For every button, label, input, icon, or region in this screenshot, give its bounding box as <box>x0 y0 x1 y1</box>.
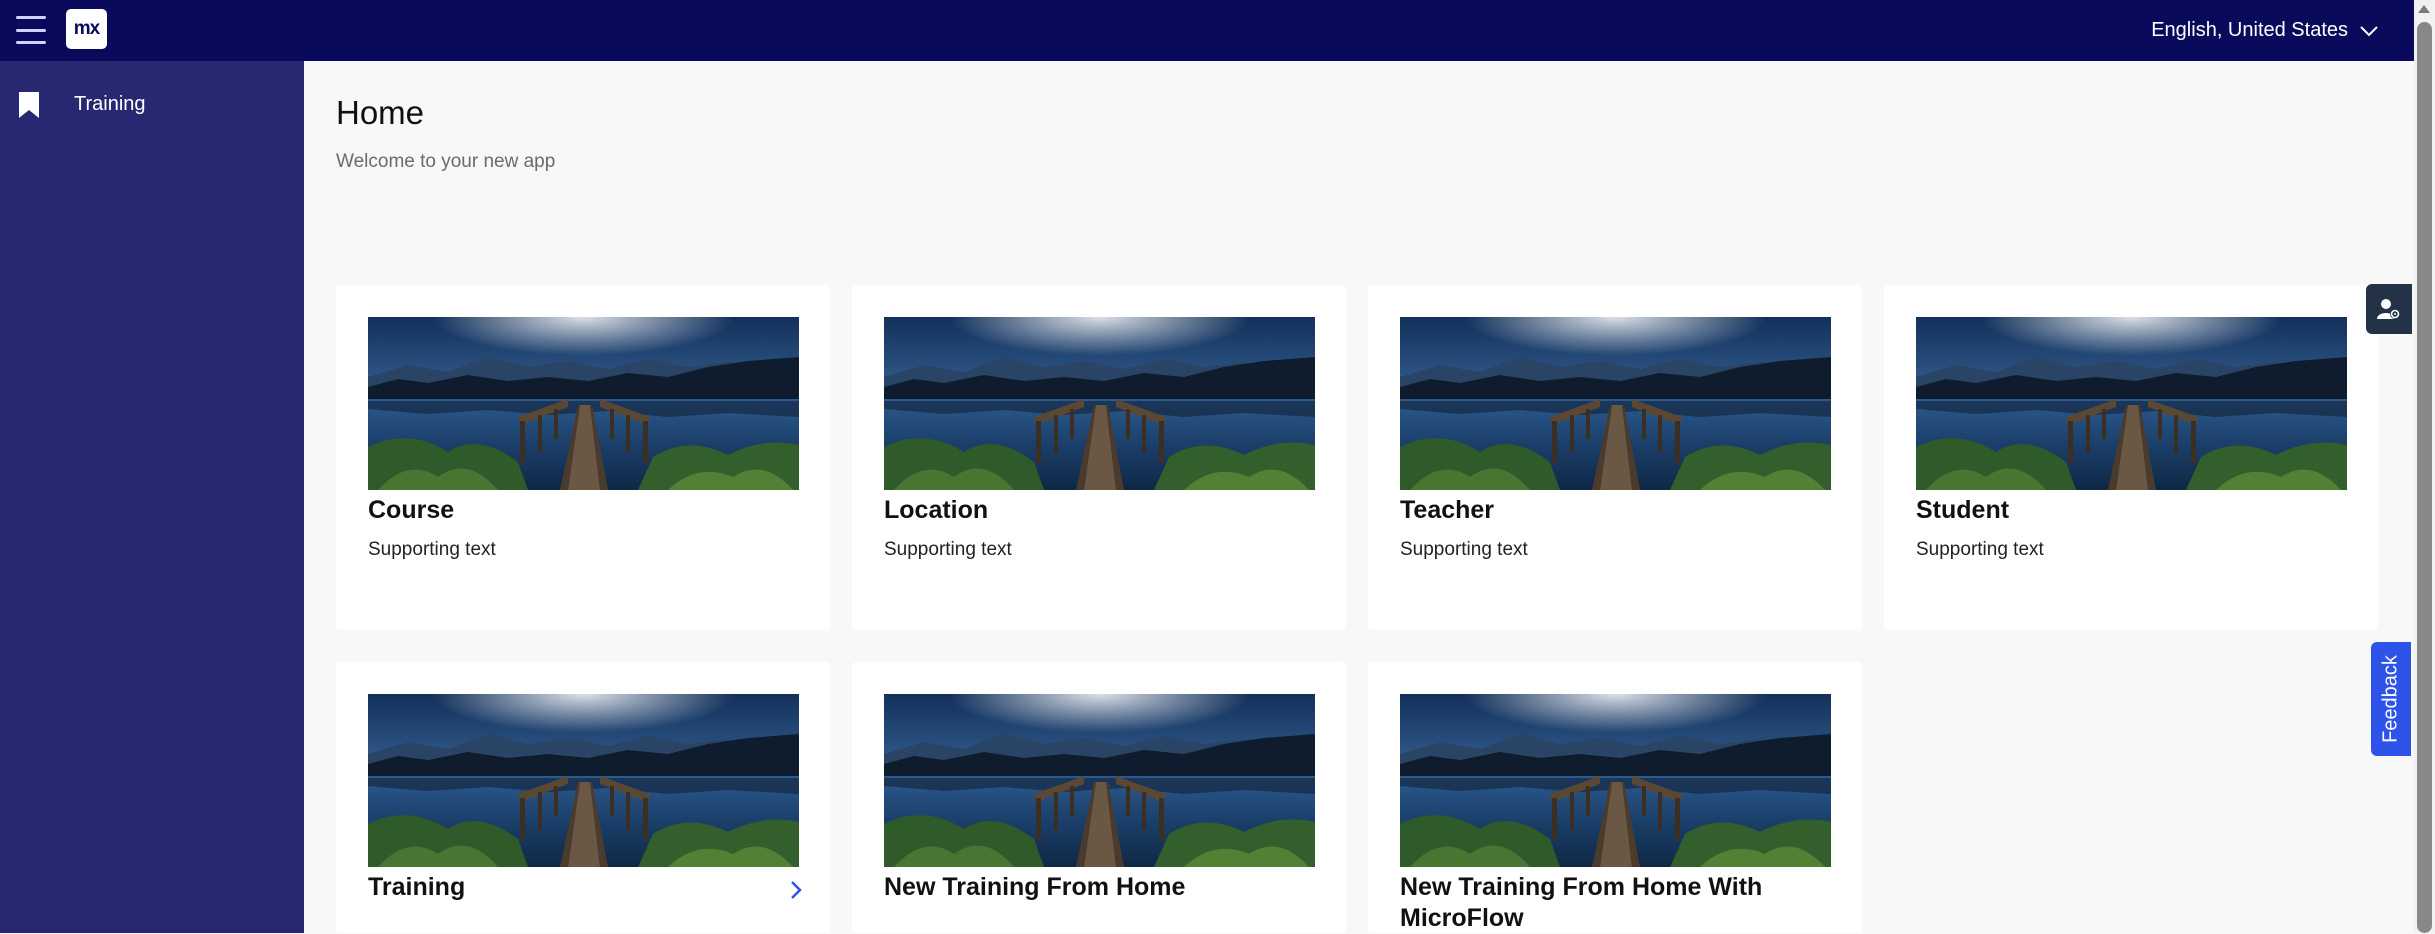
sidebar: Training <box>0 61 304 933</box>
feedback-label: Feedback <box>2379 655 2402 743</box>
card-image <box>368 317 799 490</box>
top-bar: mx English, United States <box>0 0 2414 61</box>
card-image <box>368 694 799 867</box>
feedback-button[interactable]: Feedback <box>2371 642 2411 756</box>
language-selector[interactable]: English, United States <box>2151 0 2378 61</box>
card-title: Teacher <box>1400 496 1495 524</box>
scroll-up-arrow[interactable] <box>2418 5 2430 13</box>
card-title: New Training From Home <box>884 873 1186 901</box>
app-logo[interactable]: mx <box>66 9 107 49</box>
card-supporting-text: Supporting text <box>884 539 1012 560</box>
chevron-down-icon <box>2360 25 2378 36</box>
card-course[interactable]: Course Supporting text <box>336 285 830 630</box>
card-title: Course <box>368 496 455 524</box>
card-image <box>1400 317 1831 490</box>
scrollbar-thumb[interactable] <box>2417 22 2432 933</box>
chevron-right-icon[interactable] <box>789 880 803 900</box>
card-title: Student <box>1916 496 2010 524</box>
card-supporting-text: Supporting text <box>1916 539 2044 560</box>
page-subtitle: Welcome to your new app <box>336 151 556 172</box>
card-supporting-text: Supporting text <box>368 539 496 560</box>
scrollbar[interactable] <box>2414 0 2435 933</box>
card-supporting-text: Supporting text <box>1400 539 1528 560</box>
card-title: Training <box>368 873 466 901</box>
main-content: Home Welcome to your new app Course Supp… <box>304 61 2414 933</box>
page-title: Home <box>336 94 425 131</box>
bookmark-icon <box>19 92 39 118</box>
card-new-training-from-home[interactable]: New Training From Home <box>852 662 1346 933</box>
sidebar-item-training[interactable]: Training <box>0 79 304 129</box>
card-image <box>884 694 1315 867</box>
card-image <box>884 317 1315 490</box>
user-profile-tab[interactable] <box>2366 284 2412 334</box>
card-training[interactable]: Training <box>336 662 830 933</box>
card-teacher[interactable]: Teacher Supporting text <box>1368 285 1862 630</box>
card-student[interactable]: Student Supporting text <box>1884 285 2378 630</box>
card-image <box>1400 694 1831 867</box>
sidebar-item-label: Training <box>74 93 146 115</box>
card-new-training-from-home-microflow[interactable]: New Training From Home With MicroFlow <box>1368 662 1862 933</box>
language-label: English, United States <box>2151 19 2348 41</box>
card-image <box>1916 317 2347 490</box>
card-title: Location <box>884 496 989 524</box>
user-settings-icon <box>2377 299 2400 319</box>
hamburger-menu-icon[interactable] <box>16 16 46 44</box>
card-title: New Training From Home With MicroFlow <box>1400 873 1763 932</box>
card-location[interactable]: Location Supporting text <box>852 285 1346 630</box>
